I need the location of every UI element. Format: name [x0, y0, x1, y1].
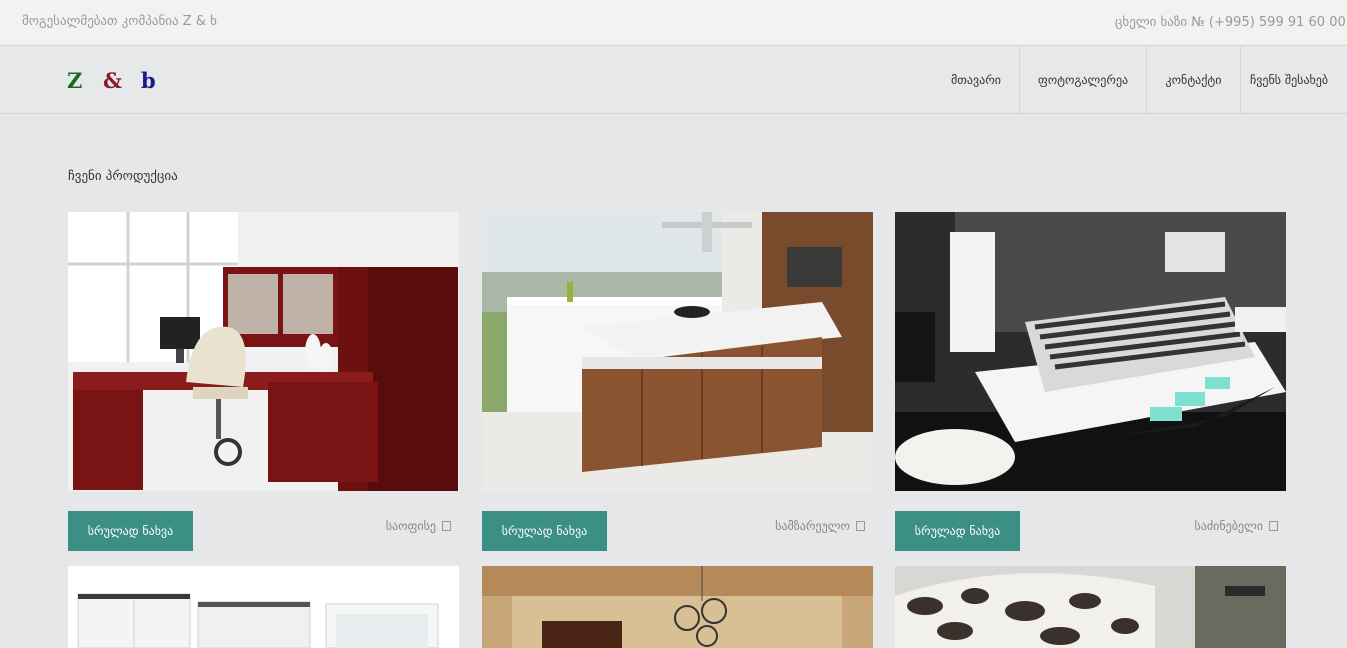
top-bar: მოგესალმებათ კომპანია Z & ხ ცხელი ხაზი №… [0, 0, 1347, 46]
category-box-icon [442, 521, 451, 531]
living-room-ceiling-image[interactable] [482, 566, 873, 648]
patterned-sofa-image[interactable] [895, 566, 1286, 648]
nav-item-about[interactable]: ჩვენს შესახებ [1240, 46, 1347, 114]
hotline-text: ცხელი ხაზი № (+995) 599 91 60 00 [1115, 15, 1346, 30]
category-box-icon [1269, 521, 1278, 531]
logo-ampersand: & [103, 68, 122, 93]
product-card-kitchen: სრულად ნახვა სამზარეულო [482, 212, 873, 551]
bedroom-set-image[interactable] [895, 212, 1286, 491]
view-full-button[interactable]: სრულად ნახვა [68, 511, 193, 551]
nav-item-contact[interactable]: კონტაქტი [1146, 46, 1240, 114]
category-label: საძინებელი [1194, 519, 1264, 533]
navbar: Z & b მთავარი ფოტოგალერეა კონტაქტი ჩვენს შ… [0, 46, 1347, 114]
category-box-icon [856, 521, 865, 531]
logo-letter-b: b [141, 68, 156, 93]
logo-letter-z: Z [67, 68, 83, 93]
section-title: ჩვენი პროდუქცია [68, 169, 178, 184]
product-card-sofa [895, 566, 1286, 648]
kitchen-island-image[interactable] [482, 212, 873, 491]
nav-item-gallery[interactable]: ფოტოგალერეა [1019, 46, 1146, 114]
main-menu: მთავარი ფოტოგალერეა კონტაქტი ჩვენს შესახ… [933, 46, 1347, 114]
category-label: საოფისე [385, 519, 436, 533]
product-card-livingroom [482, 566, 873, 648]
welcome-text: მოგესალმებათ კომპანია Z & ხ [22, 14, 217, 29]
view-full-button[interactable]: სრულად ნახვა [895, 511, 1020, 551]
product-card-bedroom: სრულად ნახვა საძინებელი [895, 212, 1286, 551]
category-label: სამზარეულო [775, 519, 850, 533]
white-cabinets-image[interactable] [68, 566, 459, 648]
view-full-button[interactable]: სრულად ნახვა [482, 511, 607, 551]
product-category: საოფისე [386, 519, 451, 533]
logo[interactable]: Z & b [67, 68, 156, 93]
office-furniture-image[interactable] [68, 212, 459, 491]
product-category: სამზარეულო [775, 519, 865, 533]
product-card-office: სრულად ნახვა საოფისე [68, 212, 459, 551]
product-card-cabinets [68, 566, 459, 648]
nav-item-home[interactable]: მთავარი [933, 46, 1019, 114]
product-category: საძინებელი [1194, 519, 1278, 533]
